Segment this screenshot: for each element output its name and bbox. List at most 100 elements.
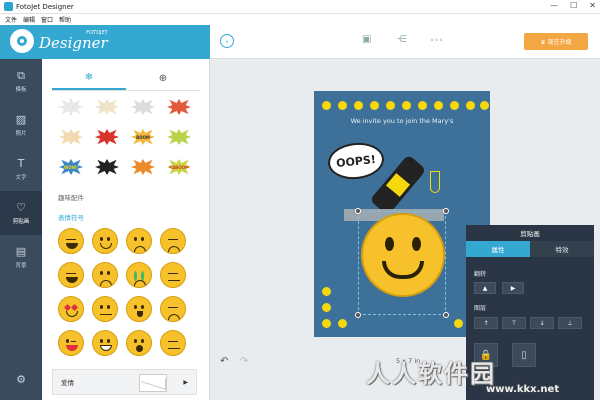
clipart-panel: ❄ ⊕ BOOM WOW! KABOOM 趣味配件 表情符号 zz bbox=[42, 59, 249, 400]
sticker-item[interactable] bbox=[128, 95, 158, 119]
sticker-item[interactable] bbox=[92, 125, 122, 149]
envelope-icon bbox=[139, 374, 167, 392]
redo-icon[interactable]: ↷ bbox=[240, 356, 248, 367]
resize-handle[interactable] bbox=[443, 312, 449, 318]
section-fun-label: 趣味配件 bbox=[58, 194, 84, 202]
sticker-item[interactable] bbox=[164, 125, 194, 149]
back-button[interactable]: ‹ bbox=[220, 34, 234, 48]
menu-bar: 文件 编辑 窗口 帮助 bbox=[0, 14, 600, 25]
menu-file[interactable]: 文件 bbox=[5, 15, 17, 24]
templates-icon: ⧉ bbox=[17, 68, 25, 82]
resize-handle[interactable] bbox=[355, 208, 361, 214]
save-icon[interactable]: ▣ bbox=[362, 34, 371, 45]
layer-bottom-button[interactable]: ⊥ bbox=[558, 317, 582, 329]
logo-icon bbox=[10, 29, 34, 53]
top-bar: FOTOJET Designer ‹ ▣ ⋲ ∘∘∘ ♛ 现在升级 bbox=[0, 25, 600, 59]
sticker-item[interactable] bbox=[56, 125, 86, 149]
close-icon[interactable]: ✕ bbox=[589, 1, 596, 10]
section-emoji-label[interactable]: 表情符号 bbox=[58, 212, 84, 222]
sidebar-item-text[interactable]: T 文字 bbox=[0, 147, 42, 191]
emoji-angry[interactable] bbox=[160, 228, 186, 254]
window-controls: — ☐ ✕ bbox=[550, 1, 596, 10]
logo: FOTOJET Designer bbox=[10, 29, 108, 53]
sidebar-item-templates[interactable]: ⧉ 模板 bbox=[0, 59, 42, 103]
undo-icon[interactable]: ↶ bbox=[220, 356, 228, 367]
category-love[interactable]: 爱情 ▶ bbox=[52, 369, 197, 395]
selected-smiley-clipart[interactable] bbox=[361, 213, 445, 297]
oops-bubble[interactable]: OOPS! bbox=[326, 140, 386, 182]
emoji-tired[interactable] bbox=[160, 296, 186, 322]
canvas-toolbar: ‹ ▣ ⋲ ∘∘∘ ♛ 现在升级 bbox=[210, 25, 600, 59]
emoji-grin[interactable] bbox=[92, 330, 118, 356]
maximize-icon[interactable]: ☐ bbox=[570, 1, 577, 10]
sidebar-item-photos[interactable]: ▨ 照片 bbox=[0, 103, 42, 147]
emoji-tears-joy[interactable] bbox=[58, 262, 84, 288]
menu-window[interactable]: 窗口 bbox=[41, 15, 53, 24]
emoji-sad[interactable] bbox=[126, 228, 152, 254]
copy-button[interactable]: ▯ bbox=[512, 343, 536, 367]
menu-edit[interactable]: 编辑 bbox=[23, 15, 35, 24]
flip-horizontal-button[interactable]: ▶ bbox=[502, 282, 524, 294]
emoji-dizzy[interactable] bbox=[126, 296, 152, 322]
properties-title: 剪贴画 bbox=[520, 230, 540, 238]
sticker-item[interactable] bbox=[56, 95, 86, 119]
more-icon[interactable]: ∘∘∘ bbox=[430, 36, 443, 44]
tab-web[interactable]: ⊕ bbox=[126, 67, 200, 90]
upgrade-button[interactable]: ♛ 现在升级 bbox=[524, 33, 588, 50]
text-icon: T bbox=[17, 156, 25, 170]
emoji-tongue[interactable] bbox=[58, 330, 84, 356]
background-icon: ▤ bbox=[15, 244, 27, 258]
invite-text[interactable]: We invite you to join the Mary's bbox=[314, 117, 490, 125]
chevron-right-icon: ▶ bbox=[183, 378, 188, 386]
sidebar-item-label: 剪贴画 bbox=[12, 218, 30, 225]
sidebar-item-background[interactable]: ▤ 背景 bbox=[0, 235, 42, 279]
emoji-smile[interactable] bbox=[92, 228, 118, 254]
sticker-item[interactable] bbox=[92, 155, 122, 179]
title-bar: FotoJet Designer — ☐ ✕ bbox=[0, 0, 600, 14]
flip-vertical-button[interactable]: ▲ bbox=[474, 282, 496, 294]
snowflake-icon: ❄ bbox=[84, 72, 94, 83]
emoji-laughing[interactable] bbox=[58, 228, 84, 254]
sticker-item[interactable]: KABOOM bbox=[164, 155, 194, 179]
emoji-neutral[interactable] bbox=[92, 296, 118, 322]
flip-label: 翻转 bbox=[474, 271, 487, 278]
emoji-surprised[interactable] bbox=[126, 330, 152, 356]
layer-top-button[interactable]: ⊤ bbox=[502, 317, 526, 329]
tab-effects[interactable]: 特效 bbox=[530, 241, 594, 257]
resize-handle[interactable] bbox=[443, 208, 449, 214]
sticker-item[interactable] bbox=[92, 95, 122, 119]
layer-label: 图层 bbox=[474, 305, 487, 312]
invitation-card[interactable]: We invite you to join the Mary's OOPS! G… bbox=[314, 91, 490, 337]
layer-down-button[interactable]: ↓ bbox=[530, 317, 554, 329]
watermark-text: 人人软件园 bbox=[366, 360, 496, 388]
sidebar-item-clipart[interactable]: ♡ 剪贴画 bbox=[0, 191, 42, 235]
sticker-item[interactable]: WOW! bbox=[56, 155, 86, 179]
sidebar-item-label: 照片 bbox=[15, 130, 27, 137]
watermark-url: www.kkx.net bbox=[486, 384, 560, 395]
gear-icon[interactable]: ⚙ bbox=[0, 373, 42, 386]
emoji-crying[interactable] bbox=[126, 262, 152, 288]
tab-properties[interactable]: 属性 bbox=[466, 241, 530, 257]
share-icon[interactable]: ⋲ bbox=[397, 34, 407, 45]
logo-big-text: Designer bbox=[39, 34, 108, 52]
properties-tabs: 属性 特效 bbox=[466, 241, 594, 257]
tab-clipart[interactable]: ❄ bbox=[52, 67, 126, 90]
emoji-worried[interactable] bbox=[92, 262, 118, 288]
emoji-sleeping[interactable]: zz bbox=[160, 330, 186, 356]
menu-help[interactable]: 帮助 bbox=[59, 15, 71, 24]
emoji-heart-eyes[interactable] bbox=[58, 296, 84, 322]
resize-handle[interactable] bbox=[355, 312, 361, 318]
sidebar-item-label: 文字 bbox=[15, 174, 27, 181]
champagne-glass bbox=[430, 171, 440, 193]
emoji-grid: zz bbox=[58, 228, 186, 356]
emoji-unamused[interactable] bbox=[160, 262, 186, 288]
sticker-item[interactable] bbox=[128, 155, 158, 179]
heart-icon: ♡ bbox=[16, 200, 26, 214]
photos-icon: ▨ bbox=[15, 112, 27, 126]
sidebar-item-label: 背景 bbox=[15, 262, 27, 269]
sticker-item[interactable] bbox=[164, 95, 194, 119]
minimize-icon[interactable]: — bbox=[550, 1, 558, 10]
sidebar-item-label: 模板 bbox=[15, 86, 27, 93]
layer-up-button[interactable]: ↑ bbox=[474, 317, 498, 329]
sticker-item[interactable]: BOOM bbox=[128, 125, 158, 149]
